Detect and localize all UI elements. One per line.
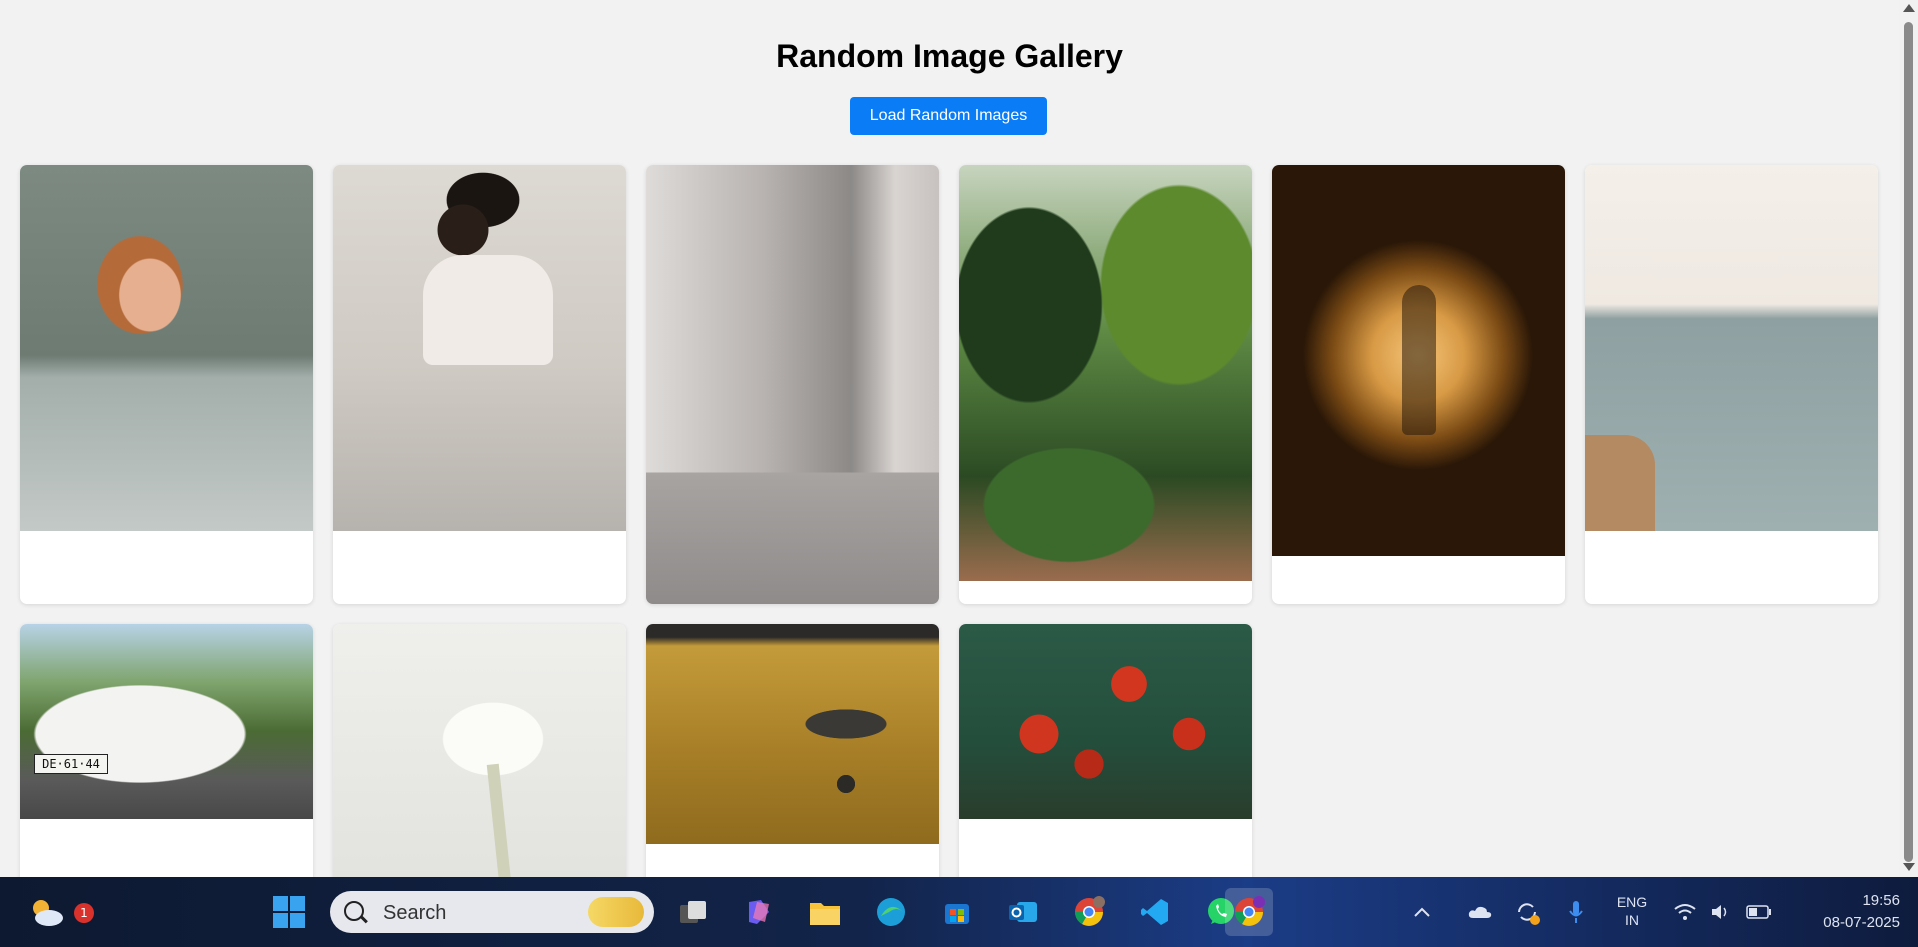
load-random-images-button[interactable]: Load Random Images [850, 97, 1047, 135]
onedrive-icon[interactable] [1466, 892, 1494, 932]
scroll-down-arrow-icon[interactable] [1903, 863, 1915, 871]
image-card[interactable] [333, 165, 626, 604]
windows-taskbar: 1 Search ENG IN 19:56 08-07-2025 [0, 877, 1918, 947]
sync-icon[interactable] [1512, 892, 1542, 932]
notification-badge: 1 [74, 903, 94, 923]
gallery-image[interactable] [646, 165, 939, 604]
gallery-image[interactable]: DE·61·44 [20, 624, 313, 819]
vscode-icon[interactable] [1135, 892, 1175, 932]
language-code: ENG [1616, 894, 1648, 910]
gallery-image[interactable] [333, 624, 626, 877]
scroll-up-arrow-icon[interactable] [1903, 4, 1915, 12]
scroll-thumb[interactable] [1904, 22, 1913, 862]
image-card[interactable]: DE·61·44 [20, 624, 313, 877]
wifi-icon[interactable] [1673, 892, 1697, 932]
chrome-icon[interactable] [1069, 892, 1109, 932]
clock-date: 08-07-2025 [1823, 914, 1900, 931]
image-card[interactable] [959, 165, 1252, 604]
store-icon[interactable] [937, 892, 977, 932]
page-title: Random Image Gallery [776, 38, 1123, 74]
image-card[interactable] [1272, 165, 1565, 604]
weather-icon[interactable]: 1 [27, 892, 94, 932]
search-placeholder: Search [383, 902, 447, 924]
gallery-image[interactable] [333, 165, 626, 531]
chevron-up-icon[interactable] [1410, 892, 1434, 932]
region-code: IN [1625, 912, 1639, 928]
image-card[interactable] [333, 624, 626, 877]
image-card[interactable] [959, 624, 1252, 877]
windows-start-icon[interactable] [269, 892, 309, 932]
chrome-active-icon[interactable] [1225, 888, 1273, 936]
gallery-image[interactable] [959, 624, 1252, 819]
clock[interactable]: 19:56 08-07-2025 [1796, 890, 1900, 934]
gallery-image[interactable] [646, 624, 939, 844]
outlook-icon[interactable] [1003, 892, 1043, 932]
clock-time: 19:56 [1862, 892, 1900, 909]
copilot-icon[interactable] [739, 892, 779, 932]
image-card[interactable] [646, 165, 939, 604]
gallery-image[interactable] [959, 165, 1252, 581]
image-card[interactable] [1585, 165, 1878, 604]
gallery-image[interactable] [20, 165, 313, 531]
vertical-scrollbar[interactable] [1899, 0, 1918, 877]
image-card[interactable] [646, 624, 939, 877]
task-view-icon[interactable] [673, 892, 713, 932]
license-plate: DE·61·44 [34, 754, 108, 774]
battery-icon[interactable] [1745, 892, 1773, 932]
file-explorer-icon[interactable] [805, 892, 845, 932]
taskbar-search[interactable]: Search [330, 891, 654, 933]
gallery-image[interactable] [1585, 165, 1878, 531]
search-icon [344, 901, 364, 921]
image-card[interactable] [20, 165, 313, 604]
gallery-image[interactable] [1272, 165, 1565, 556]
volume-icon[interactable] [1709, 892, 1733, 932]
language-indicator[interactable]: ENG IN [1611, 893, 1653, 929]
edge-icon[interactable] [871, 892, 911, 932]
search-highlight-icon [588, 897, 644, 927]
microphone-icon[interactable] [1563, 892, 1589, 932]
gallery-page: Random Image Gallery Load Random Images … [0, 0, 1899, 877]
